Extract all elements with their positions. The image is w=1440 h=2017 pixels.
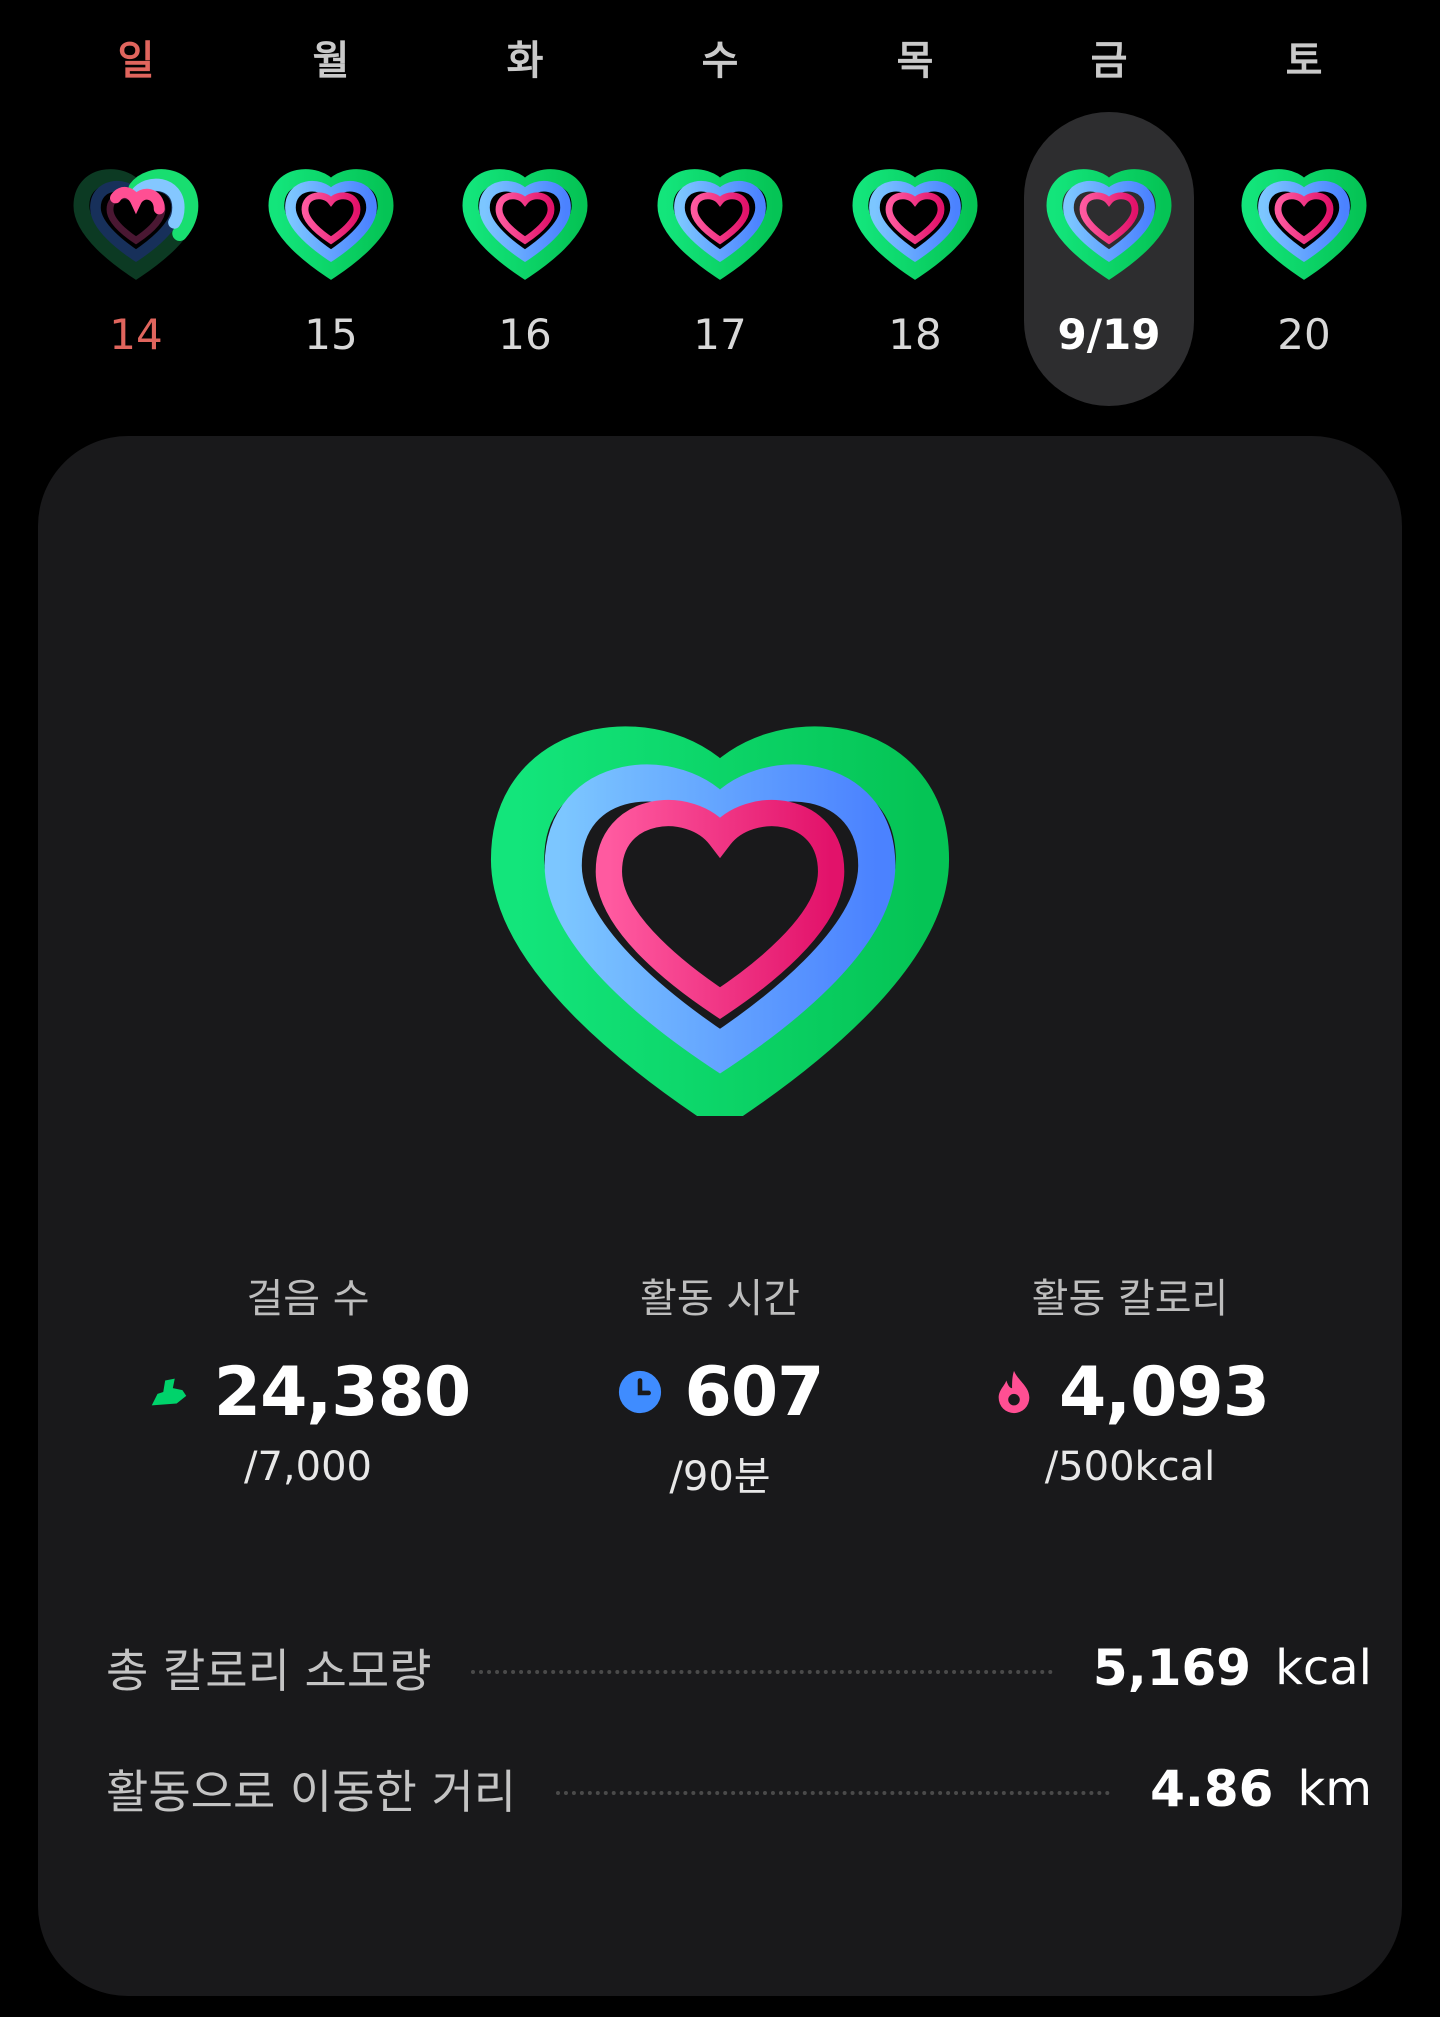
day-tue[interactable]: 화 16 — [440, 0, 610, 410]
flame-icon — [998, 1370, 1030, 1414]
activity-heart-icon — [67, 150, 205, 280]
day-of-week-label: 월 — [312, 38, 350, 84]
row-label: 활동으로 이동한 거리 — [106, 1765, 517, 1819]
day-of-week-label: 일 — [117, 38, 155, 84]
day-of-week-label: 수 — [701, 38, 739, 84]
daily-activity-card: 걸음 수 24,380 /7,000 활동 시간 607 /90분 활동 칼로리 — [38, 436, 1402, 1996]
stat-goal: /90분 — [669, 1454, 771, 1500]
stat-label: 활동 시간 — [640, 1276, 800, 1322]
activity-heart-icon — [651, 150, 789, 280]
stat-label: 활동 칼로리 — [1031, 1276, 1229, 1322]
stat-value: 607 — [684, 1352, 825, 1432]
day-sun[interactable]: 일 14 — [51, 0, 221, 410]
row-value: 4.86 — [1150, 1760, 1274, 1818]
stat-goal: /500kcal — [1044, 1444, 1216, 1490]
day-sat[interactable]: 토 20 — [1219, 0, 1389, 410]
stat-value: 24,380 — [213, 1352, 471, 1432]
day-of-week-label: 화 — [506, 38, 544, 84]
stat-value: 4,093 — [1058, 1352, 1270, 1432]
day-wed[interactable]: 수 17 — [635, 0, 805, 410]
day-of-week-label: 금 — [1090, 38, 1128, 84]
day-date-label: 16 — [498, 310, 552, 359]
day-mon[interactable]: 월 15 — [246, 0, 416, 410]
activity-heart-icon — [1235, 150, 1373, 280]
dotted-divider — [471, 1670, 1053, 1674]
day-date-label: 17 — [693, 310, 747, 359]
dotted-divider — [556, 1791, 1111, 1795]
stat-steps[interactable]: 걸음 수 24,380 /7,000 — [118, 1266, 498, 1490]
activity-rings-heart — [450, 646, 990, 1116]
total-calories-row[interactable]: 총 칼로리 소모량 5,169 kcal — [106, 1633, 1372, 1703]
week-selector: 일 14 월 15 화 16 수 17 목 18 금 9/19 토 20 — [0, 0, 1440, 420]
activity-heart-icon — [846, 150, 984, 280]
day-date-label: 20 — [1277, 310, 1331, 359]
stat-calories[interactable]: 활동 칼로리 4,093 /500kcal — [940, 1266, 1320, 1490]
row-unit: km — [1297, 1761, 1372, 1817]
day-thu[interactable]: 목 18 — [830, 0, 1000, 410]
stat-goal: /7,000 — [244, 1444, 372, 1490]
distance-row[interactable]: 활동으로 이동한 거리 4.86 km — [106, 1754, 1372, 1824]
activity-heart-icon — [1040, 150, 1178, 280]
day-of-week-label: 토 — [1285, 38, 1323, 84]
stat-label: 걸음 수 — [246, 1276, 370, 1322]
row-unit: kcal — [1275, 1640, 1372, 1696]
row-label: 총 칼로리 소모량 — [106, 1644, 432, 1698]
activity-heart-icon — [262, 150, 400, 280]
day-date-label: 15 — [304, 310, 358, 359]
shoe-icon — [151, 1378, 187, 1406]
day-date-label: 14 — [109, 310, 163, 359]
activity-heart-icon — [456, 150, 594, 280]
day-date-label: 9/19 — [1057, 310, 1161, 359]
clock-icon — [618, 1370, 661, 1414]
stat-active-time[interactable]: 활동 시간 607 /90분 — [530, 1266, 910, 1502]
day-date-label: 18 — [888, 310, 942, 359]
day-of-week-label: 목 — [896, 38, 934, 84]
day-fri-selected[interactable]: 금 9/19 — [1024, 0, 1194, 410]
row-value: 5,169 — [1092, 1639, 1252, 1697]
